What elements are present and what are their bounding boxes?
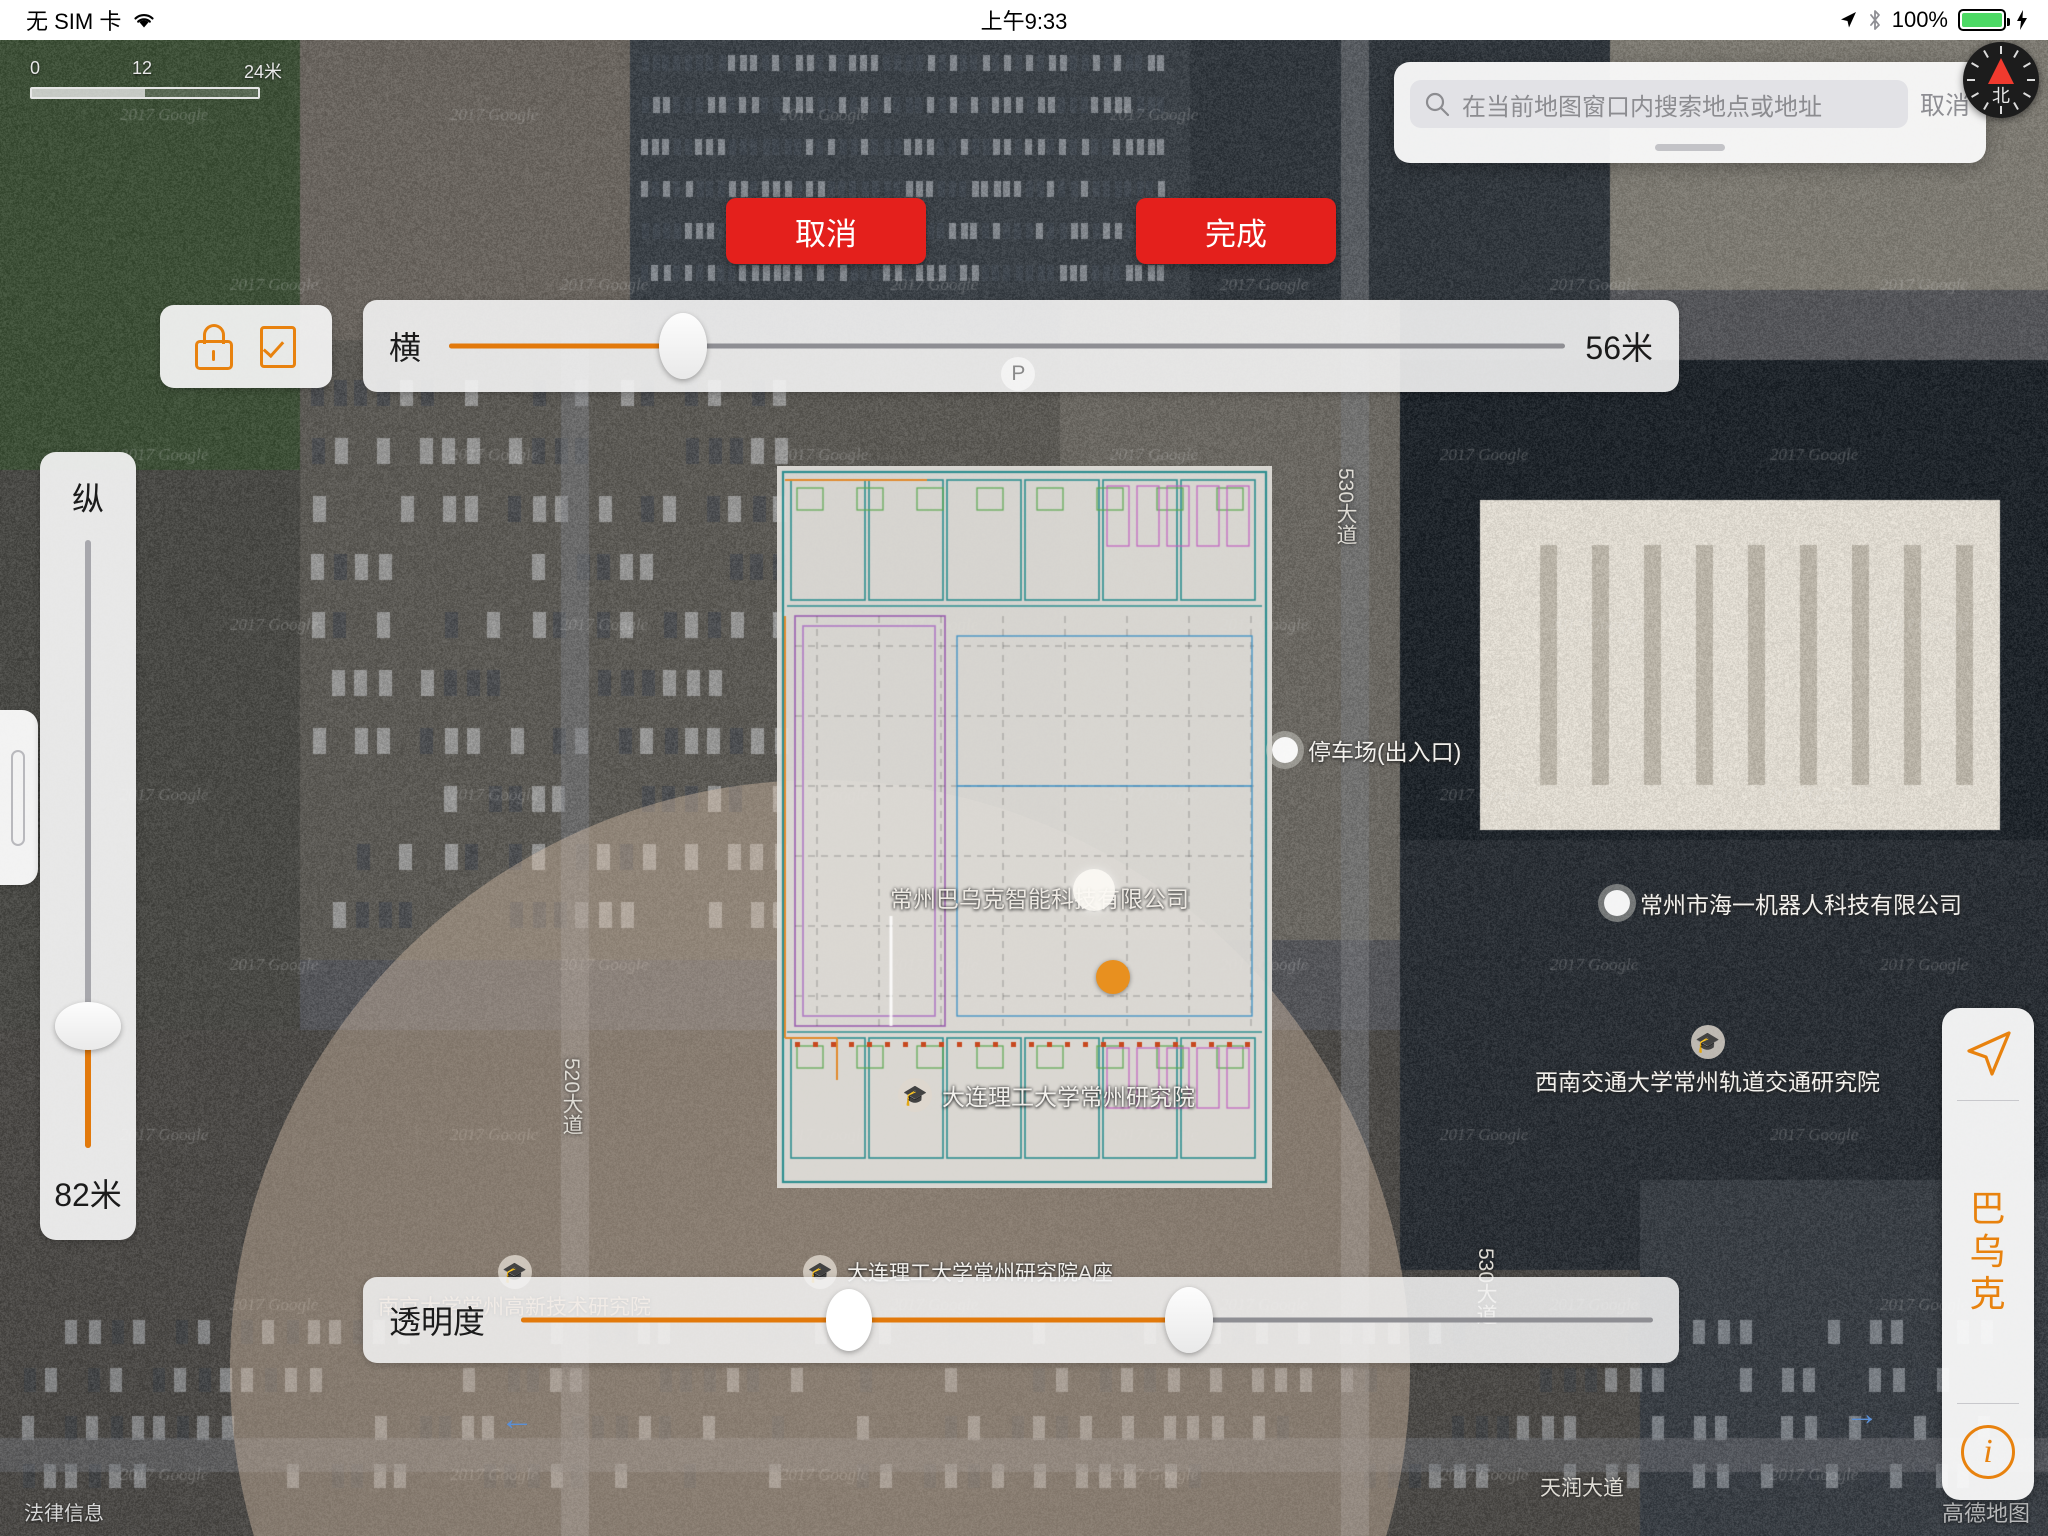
lock-icon[interactable]	[193, 324, 235, 370]
graduation-cap-icon: 🎓	[1691, 1025, 1725, 1059]
compass-north-needle-icon	[1988, 58, 2014, 84]
map-dot-icon	[1604, 890, 1630, 916]
vertical-size-slider-panel: 纵 82米	[40, 452, 136, 1240]
map-dot-icon	[1272, 737, 1298, 763]
transparency-slider-thumb[interactable]	[1165, 1287, 1213, 1353]
vertical-slider-track-wrap[interactable]	[85, 540, 91, 1148]
transparency-slider-thumb-secondary[interactable]	[826, 1289, 872, 1351]
vertical-slider-label: 纵	[40, 474, 136, 520]
horizontal-slider-fill	[449, 344, 683, 349]
brand-label: 巴 乌 克	[1969, 1101, 2006, 1403]
poi-label: 大连理工大学常州研究院	[942, 1078, 1195, 1112]
horizontal-slider-track-wrap[interactable]: P	[449, 300, 1565, 392]
info-icon[interactable]: i	[1942, 1404, 2034, 1500]
poi-swjtu-rail-institute[interactable]: 🎓 西南交通大学常州轨道交通研究院	[1535, 1025, 1880, 1097]
road-label-tianrun: 天润大道	[1540, 1472, 1624, 1502]
scale-tick-0: 0	[30, 58, 40, 84]
cancel-button[interactable]: 取消	[726, 198, 926, 264]
battery-full-icon	[1958, 9, 2006, 31]
search-placeholder: 在当前地图窗口内搜索地点或地址	[1462, 87, 1822, 122]
road-label-530-upper: 530大道	[1330, 468, 1360, 545]
done-button[interactable]: 完成	[1136, 198, 1336, 264]
map-watermark: 高德地图	[1942, 1496, 2030, 1528]
vertical-slider-track[interactable]	[85, 540, 91, 1148]
legal-info-link[interactable]: 法律信息	[24, 1497, 104, 1526]
poi-haiyi-robotics[interactable]: 常州市海一机器人科技有限公司	[1604, 886, 1962, 920]
horizontal-slider-track[interactable]	[449, 344, 1565, 349]
poi-label: 常州市海一机器人科技有限公司	[1640, 886, 1962, 920]
scale-tick-mid: 12	[132, 58, 152, 84]
parking-marker-p: P	[1001, 357, 1035, 391]
compass-north-label: 北	[1963, 82, 2039, 108]
horizontal-slider-thumb[interactable]	[659, 313, 707, 379]
compass-control[interactable]: 北	[1963, 42, 2039, 118]
brand-char-3: 克	[1969, 1273, 2006, 1315]
horizontal-size-slider-panel: 横 P 56米	[363, 300, 1679, 392]
vertical-slider-thumb[interactable]	[55, 1002, 121, 1050]
transparency-slider-label: 透明度	[389, 1297, 521, 1343]
graduation-cap-icon: 🎓	[898, 1078, 932, 1112]
toggle-panel	[160, 305, 332, 388]
right-tool-panel: 巴 乌 克 i	[1942, 1008, 2034, 1500]
map-scale-bar: 0 12 24米	[30, 58, 282, 99]
poi-parking[interactable]: 停车场(出入口)	[1272, 733, 1461, 767]
brand-char-2: 乌	[1969, 1231, 2006, 1273]
transparency-slider-track[interactable]	[521, 1318, 1653, 1323]
status-bar: 无 SIM 卡 上午9:33 100%	[0, 0, 2048, 40]
panel-grabber[interactable]	[1655, 144, 1725, 151]
poi-label: 西南交通大学常州轨道交通研究院	[1535, 1063, 1880, 1097]
traffic-arrow-right-icon: →	[1845, 1395, 1879, 1434]
scale-tick-end: 24米	[244, 58, 282, 84]
poi-dlut-changzhou-institute[interactable]: 🎓 大连理工大学常州研究院	[898, 1078, 1195, 1112]
horizontal-slider-label: 横	[389, 323, 449, 369]
search-panel[interactable]: 在当前地图窗口内搜索地点或地址 取消	[1394, 62, 1986, 163]
vertical-slider-value: 82米	[40, 1170, 136, 1216]
panel-drag-handle[interactable]	[0, 710, 38, 885]
road-label-520: 520大道	[556, 1058, 586, 1135]
poi-label: 常州巴乌克智能科技有限公司	[890, 880, 1189, 914]
floorplan-center-anchor[interactable]	[1073, 869, 1115, 911]
floorplan-rotate-anchor[interactable]	[1096, 960, 1130, 994]
brand-char-1: 巴	[1969, 1188, 2006, 1230]
navigation-arrow-icon[interactable]	[1942, 1008, 2034, 1100]
checkbox-checked-icon[interactable]	[257, 324, 299, 370]
status-time: 上午9:33	[0, 4, 2048, 36]
search-input[interactable]: 在当前地图窗口内搜索地点或地址	[1410, 80, 1908, 128]
search-icon	[1424, 91, 1450, 117]
transparency-slider-panel: 透明度	[363, 1277, 1679, 1363]
transparency-slider-track-wrap[interactable]	[521, 1274, 1653, 1366]
scale-bar-graphic	[30, 87, 260, 99]
traffic-arrow-left-icon: ←	[500, 1400, 534, 1439]
poi-label: 停车场(出入口)	[1308, 733, 1461, 767]
poi-bauke-intelligent[interactable]: 常州巴乌克智能科技有限公司	[890, 880, 1189, 914]
horizontal-slider-value: 56米	[1585, 323, 1653, 369]
